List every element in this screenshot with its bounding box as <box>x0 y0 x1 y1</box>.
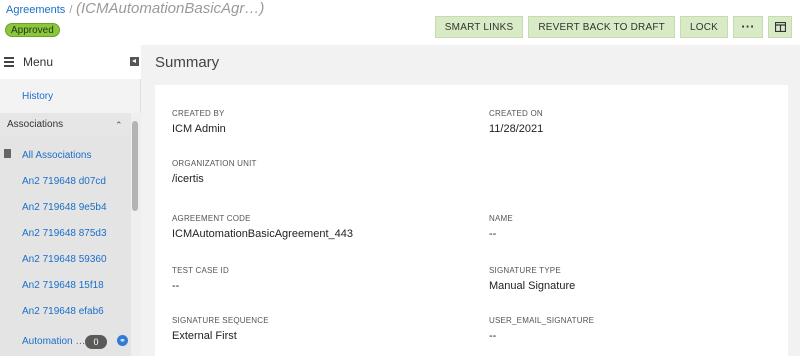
page-title: Summary <box>155 54 220 71</box>
sidebar: Menu History Associations ⌃ All Associat… <box>0 45 141 356</box>
field-label: TEST CASE ID <box>172 266 229 275</box>
sidebar-item-association[interactable]: An2 719648 d07cd <box>22 176 106 187</box>
field-label: CREATED BY <box>172 109 225 118</box>
smart-links-button[interactable]: SMART LINKS <box>434 16 524 38</box>
document-icon <box>4 149 11 158</box>
field-value: -- <box>489 228 497 240</box>
field-value: ICM Admin <box>172 123 226 135</box>
summary-card: CREATED BY ICM Admin CREATED ON 11/28/20… <box>155 85 788 356</box>
layout-toggle-button[interactable] <box>768 16 792 38</box>
link-icon[interactable]: ⚭ <box>117 335 128 346</box>
sidebar-item-association[interactable]: An2 719648 efab6 <box>22 306 104 317</box>
associations-list <box>0 135 131 356</box>
field-label: AGREEMENT CODE <box>172 214 251 223</box>
sidebar-item-automation[interactable]: Automation … <box>22 336 85 347</box>
count-badge: 0 <box>85 335 107 349</box>
associations-section-header[interactable]: Associations ⌃ <box>0 113 131 135</box>
menu-header: Menu <box>0 45 141 79</box>
field-value: -- <box>172 280 180 292</box>
field-value: -- <box>489 330 497 342</box>
field-value: ICMAutomationBasicAgreement_443 <box>172 228 353 240</box>
field-value: 11/28/2021 <box>489 123 544 135</box>
hamburger-icon[interactable] <box>4 57 14 67</box>
breadcrumb-separator: / <box>69 4 73 16</box>
sidebar-item-association[interactable]: An2 719648 875d3 <box>22 228 107 239</box>
sidebar-item-history[interactable]: History <box>22 91 53 102</box>
page-header: Agreements / (ICMAutomationBasicAgr…) App… <box>0 0 800 45</box>
sidebar-item-association[interactable]: An2 719648 9e5b4 <box>22 202 107 213</box>
sidebar-item-association[interactable]: An2 719648 15f18 <box>22 280 104 291</box>
more-actions-button[interactable]: ··· <box>733 16 763 38</box>
revert-to-draft-button[interactable]: REVERT BACK TO DRAFT <box>528 16 675 38</box>
breadcrumb-agreements-link[interactable]: Agreements <box>6 4 65 16</box>
field-label: USER_EMAIL_SIGNATURE <box>489 316 595 325</box>
panel-layout-icon <box>774 22 786 32</box>
action-toolbar: SMART LINKS REVERT BACK TO DRAFT LOCK ··… <box>434 16 792 38</box>
field-label: ORGANIZATION UNIT <box>172 159 257 168</box>
agreement-title: (ICMAutomationBasicAgr…) <box>76 0 265 17</box>
collapse-sidebar-icon[interactable] <box>130 57 139 66</box>
field-label: SIGNATURE TYPE <box>489 266 561 275</box>
field-value: External First <box>172 330 237 342</box>
field-label: SIGNATURE SEQUENCE <box>172 316 269 325</box>
field-value: Manual Signature <box>489 280 576 292</box>
breadcrumb: Agreements / <box>6 4 76 16</box>
sidebar-item-association[interactable]: An2 719648 59360 <box>22 254 107 265</box>
field-label: CREATED ON <box>489 109 543 118</box>
field-label: NAME <box>489 214 513 223</box>
sidebar-scroll-thumb[interactable] <box>132 121 138 211</box>
sidebar-item-all-associations[interactable]: All Associations <box>22 150 91 161</box>
associations-label: Associations <box>7 119 64 130</box>
lock-button[interactable]: LOCK <box>679 16 728 38</box>
status-badge: Approved <box>5 23 60 37</box>
field-value: /icertis <box>172 173 204 185</box>
chevron-up-icon[interactable]: ⌃ <box>115 120 123 131</box>
menu-label: Menu <box>23 55 54 69</box>
